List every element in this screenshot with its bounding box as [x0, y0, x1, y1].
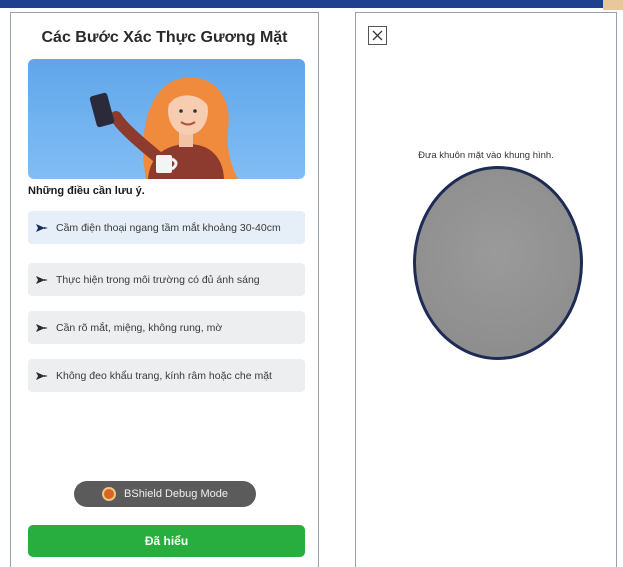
- page-title: Các Bước Xác Thực Gương Mặt: [41, 29, 288, 46]
- arrow-icon: [28, 275, 56, 285]
- face-capture-panel: Đưa khuôn mặt vào khung hình.: [355, 12, 617, 567]
- debug-mode-label: BShield Debug Mode: [124, 488, 228, 500]
- tip-text: Cầm điện thoại ngang tầm mắt khoảng 30-4…: [56, 221, 281, 234]
- top-accent-bar: [0, 0, 623, 8]
- tip-text: Cần rõ mắt, miệng, không rung, mờ: [56, 321, 223, 334]
- tip-item: Cần rõ mắt, miệng, không rung, mờ: [28, 311, 305, 344]
- tip-item: Thực hiện trong môi trường có đủ ánh sán…: [28, 263, 305, 296]
- arrow-icon: [28, 323, 56, 333]
- arrow-icon: [28, 223, 56, 233]
- face-frame-oval: [413, 166, 583, 360]
- arrow-icon: [28, 371, 56, 381]
- notes-heading: Những điều cần lưu ý.: [28, 185, 145, 197]
- debug-mode-badge[interactable]: BShield Debug Mode: [74, 481, 256, 507]
- tip-item: Không đeo khẩu trang, kính râm hoặc che …: [28, 359, 305, 392]
- close-icon: [372, 30, 383, 41]
- bshield-logo-icon: [102, 487, 117, 501]
- close-button[interactable]: [368, 26, 387, 45]
- tip-text: Thực hiện trong môi trường có đủ ánh sán…: [56, 273, 260, 286]
- tip-text: Không đeo khẩu trang, kính râm hoặc che …: [56, 369, 272, 382]
- face-verification-steps-panel: Các Bước Xác Thực Gương Mặt Những điều c: [10, 12, 319, 567]
- understood-button[interactable]: Đã hiểu: [28, 525, 305, 557]
- face-instruction-text: Đưa khuôn mặt vào khung hình.: [418, 150, 554, 161]
- selfie-illustration: [28, 59, 305, 179]
- tip-item: Cầm điện thoại ngang tầm mắt khoảng 30-4…: [28, 211, 305, 244]
- top-corner-decoration: [603, 0, 623, 10]
